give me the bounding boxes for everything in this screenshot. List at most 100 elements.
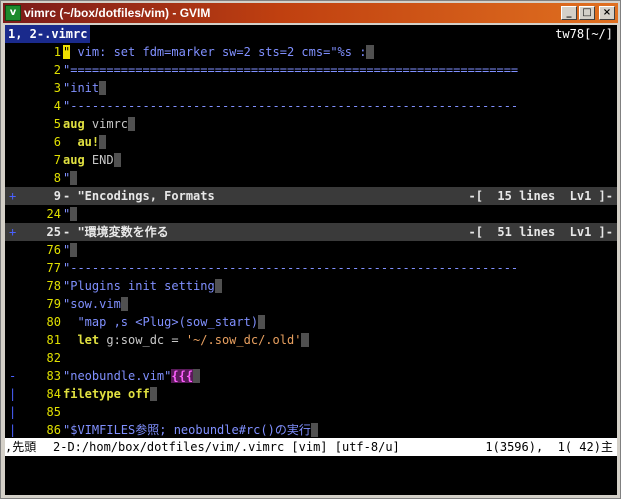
- line-text: ": [63, 205, 617, 223]
- line-number: 7: [53, 153, 61, 167]
- fold-column: [5, 349, 33, 367]
- line-number: 25: [46, 225, 61, 239]
- buffer-line[interactable]: 1 " vim: set fdm=marker sw=2 sts=2 cms="…: [5, 43, 617, 61]
- buffer-line[interactable]: 7 aug END: [5, 151, 617, 169]
- buffer-line[interactable]: 80 "map ,s <Plug>(sow_start): [5, 313, 617, 331]
- buffer-line[interactable]: 77 "------------------------------------…: [5, 259, 617, 277]
- line-number: 86: [46, 423, 61, 437]
- trailing-space-marker: [366, 45, 374, 59]
- line-text: "neobundle.vim"{{{: [63, 367, 617, 385]
- buffer-line[interactable]: | 84 filetype off: [5, 385, 617, 403]
- string-literal: '~/.sow_dc/.old': [185, 333, 302, 347]
- line-number: 80: [46, 315, 61, 329]
- title-bar[interactable]: v vimrc (~/box/dotfiles/vim) - GVIM _ □ …: [3, 3, 618, 23]
- trailing-space-marker: [113, 153, 121, 167]
- line-number: 81: [46, 333, 61, 347]
- comment-text: "init: [63, 81, 100, 95]
- minimize-button[interactable]: _: [561, 6, 577, 20]
- line-text: " vim: set fdm=marker sw=2 sts=2 cms="%s…: [63, 43, 617, 61]
- fold-column: |: [9, 405, 17, 419]
- status-file: 2-D:/hom/box/dotfiles/vim/.vimrc [vim] […: [53, 440, 400, 454]
- fold-column: [5, 205, 33, 223]
- comment-text: vim: set fdm=marker sw=2 sts=2 cms="%s :: [70, 45, 367, 59]
- fold-column: [5, 133, 33, 151]
- fold-column: [5, 313, 33, 331]
- fold-column: [5, 61, 33, 79]
- fold-column: [5, 115, 33, 133]
- line-number: 4: [53, 99, 61, 113]
- buffer-line[interactable]: - 83 "neobundle.vim"{{{: [5, 367, 617, 385]
- trailing-space-marker: [70, 243, 78, 257]
- line-number: 6: [53, 135, 61, 149]
- line-text: [63, 349, 617, 367]
- status-line: ,先頭 2-D:/hom/box/dotfiles/vim/.vimrc [vi…: [5, 438, 617, 456]
- trailing-space-marker: [70, 171, 78, 185]
- identifier: END: [84, 153, 114, 167]
- buffer-line[interactable]: 79 "sow.vim: [5, 295, 617, 313]
- gvim-window: v vimrc (~/box/dotfiles/vim) - GVIM _ □ …: [0, 0, 621, 499]
- window-title: vimrc (~/box/dotfiles/vim) - GVIM: [24, 6, 211, 20]
- fold-column: [5, 97, 33, 115]
- line-number: 1: [53, 45, 61, 59]
- line-number: 3: [53, 81, 61, 95]
- trailing-space-marker: [128, 117, 136, 131]
- buffer-line[interactable]: 8 ": [5, 169, 617, 187]
- line-text: "---------------------------------------…: [63, 99, 519, 113]
- fold-info: -[ 51 lines Lv1 ]-: [468, 225, 614, 239]
- line-number: 84: [46, 387, 61, 401]
- fold-column: [5, 79, 33, 97]
- buffer-line[interactable]: 81 let g:sow_dc = '~/.sow_dc/.old': [5, 331, 617, 349]
- fold-column: [5, 295, 33, 313]
- buffer-line[interactable]: 5 aug vimrc: [5, 115, 617, 133]
- identifier: [121, 387, 128, 401]
- keyword: let: [63, 333, 100, 347]
- buffer-line[interactable]: 76 ": [5, 241, 617, 259]
- buffer-line[interactable]: 24 ": [5, 205, 617, 223]
- line-text: filetype off: [63, 385, 617, 403]
- line-text: "=======================================…: [63, 63, 519, 77]
- tabline: 1, 2-.vimrc tw78[~/]: [5, 25, 617, 43]
- comment-text: "Plugins init setting: [63, 279, 215, 293]
- line-text: aug END: [63, 151, 617, 169]
- vim-editor[interactable]: 1, 2-.vimrc tw78[~/] 1 " vim: set fdm=ma…: [5, 25, 617, 495]
- comment-text: "sow.vim: [63, 297, 121, 311]
- line-text: ": [63, 241, 617, 259]
- line-text: "$VIMFILES参照; neobundle#rc()の実行: [63, 421, 617, 439]
- buffer-line[interactable]: 78 "Plugins init setting: [5, 277, 617, 295]
- fold-column: [5, 259, 33, 277]
- fold-column: +: [9, 189, 17, 203]
- line-number: 85: [46, 405, 61, 419]
- trailing-space-marker: [99, 81, 107, 95]
- line-number: 78: [46, 279, 61, 293]
- gvim-app-icon[interactable]: v: [5, 5, 21, 21]
- tab-vimrc[interactable]: 1, 2-.vimrc: [5, 25, 91, 43]
- folded-line[interactable]: + 25 - "環境変数を作る -[ 51 lines Lv1 ]-: [5, 223, 617, 241]
- buffer-line[interactable]: 6 au!: [5, 133, 617, 151]
- keyword: au!: [63, 135, 100, 149]
- fold-column: |: [9, 423, 17, 437]
- buffer-line[interactable]: 2 "=====================================…: [5, 61, 617, 79]
- line-text: "Plugins init setting: [63, 277, 617, 295]
- buffer-line[interactable]: | 85: [5, 403, 617, 421]
- line-text: [63, 403, 617, 421]
- close-button[interactable]: ×: [599, 6, 615, 20]
- line-number: 83: [46, 369, 61, 383]
- fold-column: [5, 43, 33, 61]
- trailing-space-marker: [149, 387, 157, 401]
- identifier: vimrc: [84, 117, 129, 131]
- line-text: "sow.vim: [63, 295, 617, 313]
- fold-column: [5, 169, 33, 187]
- keyword: off: [128, 387, 150, 401]
- folded-line[interactable]: + 9 - "Encodings, Formats -[ 15 lines Lv…: [5, 187, 617, 205]
- maximize-button[interactable]: □: [579, 6, 595, 20]
- line-number: 24: [46, 207, 61, 221]
- buffer-line[interactable]: 3 "init: [5, 79, 617, 97]
- buffer-line[interactable]: | 86 "$VIMFILES参照; neobundle#rc()の実行: [5, 421, 617, 439]
- buffer-line[interactable]: 82: [5, 349, 617, 367]
- buffer-line[interactable]: 4 "-------------------------------------…: [5, 97, 617, 115]
- keyword: aug: [63, 117, 85, 131]
- fold-column: [5, 277, 33, 295]
- command-line[interactable]: [5, 456, 617, 495]
- fold-column: -: [9, 369, 17, 383]
- tabline-cwd: tw78[~/]: [551, 25, 617, 43]
